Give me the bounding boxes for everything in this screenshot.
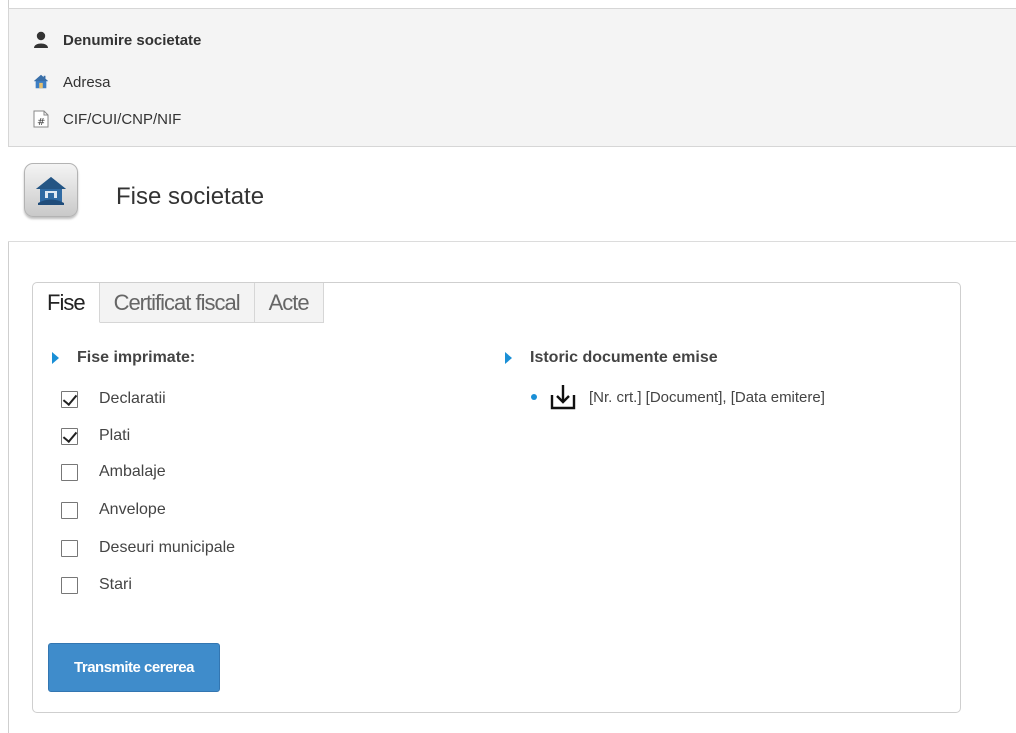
checkbox-deseuri-municipale[interactable] <box>61 539 78 557</box>
option-anvelope[interactable]: Anvelope <box>61 499 166 521</box>
tab-bar: Fise Certificat fiscal Acte <box>33 283 324 323</box>
section-arrow-icon <box>52 352 59 364</box>
option-declaratii[interactable]: Declaratii <box>61 388 166 410</box>
history-heading: Istoric documente emise <box>505 349 718 367</box>
option-label: Stari <box>99 576 132 593</box>
checkbox-ambalaje[interactable] <box>61 463 78 481</box>
tab-fise[interactable]: Fise <box>33 283 100 323</box>
page-title-bar: Fise societate <box>8 147 1016 242</box>
option-label: Deseuri municipale <box>99 539 236 556</box>
option-deseuri-municipale[interactable]: Deseuri municipale <box>61 537 235 559</box>
section-arrow-icon <box>505 352 512 364</box>
company-address-label: Adresa <box>63 73 111 91</box>
option-plati[interactable]: Plati <box>61 425 130 447</box>
submit-request-button[interactable]: Transmite cererea <box>48 643 220 692</box>
company-header: Denumire societate Adresa # CIF/CUI/CNP/… <box>8 8 1016 147</box>
page-title: Fise societate <box>116 183 265 210</box>
svg-text:#: # <box>37 117 45 128</box>
company-address-row: Adresa <box>33 71 111 93</box>
history-title: Istoric documente emise <box>530 349 718 366</box>
option-label: Anvelope <box>99 501 166 518</box>
home-icon <box>33 73 49 91</box>
option-label: Declaratii <box>99 390 166 407</box>
company-house-icon <box>24 163 78 217</box>
user-icon <box>33 31 49 49</box>
download-icon[interactable] <box>549 383 577 411</box>
bullet-icon <box>531 394 537 400</box>
checkbox-stari[interactable] <box>61 576 78 594</box>
tab-certificat-fiscal[interactable]: Certificat fiscal <box>99 283 255 323</box>
option-label: Ambalaje <box>99 463 166 480</box>
history-item-text[interactable]: [Nr. crt.] [Document], [Data emitere] <box>589 389 825 406</box>
sheets-panel: Fise Certificat fiscal Acte Fise imprima… <box>32 282 961 713</box>
hash-document-icon: # <box>33 110 49 128</box>
company-fiscal-id-label: CIF/CUI/CNP/NIF <box>63 110 182 128</box>
printed-sheets-heading: Fise imprimate: <box>52 349 195 367</box>
history-item: [Nr. crt.] [Document], [Data emitere] <box>531 381 825 413</box>
company-name-row: Denumire societate <box>33 29 201 51</box>
checkbox-plati[interactable] <box>61 427 78 445</box>
checkbox-anvelope[interactable] <box>61 501 78 519</box>
option-label: Plati <box>99 427 131 444</box>
option-ambalaje[interactable]: Ambalaje <box>61 461 166 483</box>
option-stari[interactable]: Stari <box>61 574 132 596</box>
checkbox-declaratii[interactable] <box>61 390 78 408</box>
printed-sheets-title: Fise imprimate: <box>77 349 196 366</box>
tab-acte[interactable]: Acte <box>254 283 324 323</box>
company-name-label: Denumire societate <box>63 31 202 49</box>
company-fiscal-id-row: # CIF/CUI/CNP/NIF <box>33 108 181 130</box>
